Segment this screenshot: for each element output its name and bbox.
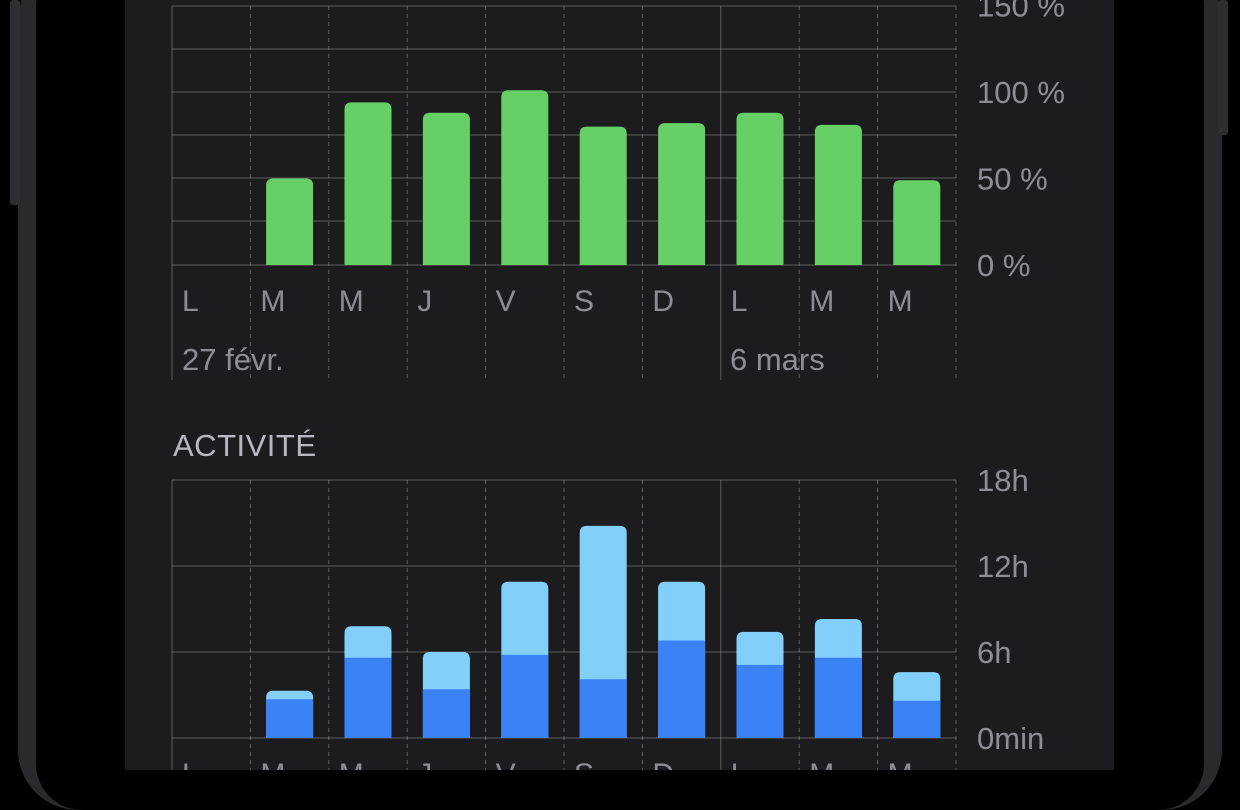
day-label: V	[496, 758, 516, 770]
activity-bar-screen-on	[814, 657, 862, 738]
day-label: S	[574, 758, 594, 770]
activity-chart: 0min 6h 12h 18h L M M J V S D L M M	[171, 463, 1044, 770]
y-tick-label: 6h	[977, 635, 1011, 670]
day-label: M	[809, 758, 834, 770]
activity-bar-screen-on	[266, 699, 314, 738]
activity-bar-screen-on	[344, 657, 392, 738]
y-tick-label: 12h	[977, 549, 1029, 584]
day-label: M	[339, 758, 364, 770]
activity-bar-screen-on	[736, 664, 784, 738]
day-label: L	[182, 758, 199, 770]
y-tick-label: 18h	[977, 463, 1029, 498]
y-tick-label: 0min	[977, 721, 1044, 756]
device-side-button-left	[10, 0, 20, 205]
day-label: L	[731, 758, 748, 770]
device-side-button-right	[1218, 0, 1228, 135]
activity-bar-screen-on	[658, 640, 706, 738]
day-label: D	[652, 758, 674, 770]
activity-bar-screen-on	[579, 679, 627, 738]
day-label: M	[260, 758, 285, 770]
activity-bar-screen-on	[422, 689, 470, 738]
day-label: M	[888, 758, 913, 770]
activity-bar-screen-on	[893, 700, 941, 738]
battery-screen: 0 % 50 % 100 % 150 % L M M J V S D L M M 27 févr. 6 mar…	[125, 0, 1114, 770]
day-label: J	[417, 758, 432, 770]
activity-bar-screen-on	[501, 654, 549, 738]
